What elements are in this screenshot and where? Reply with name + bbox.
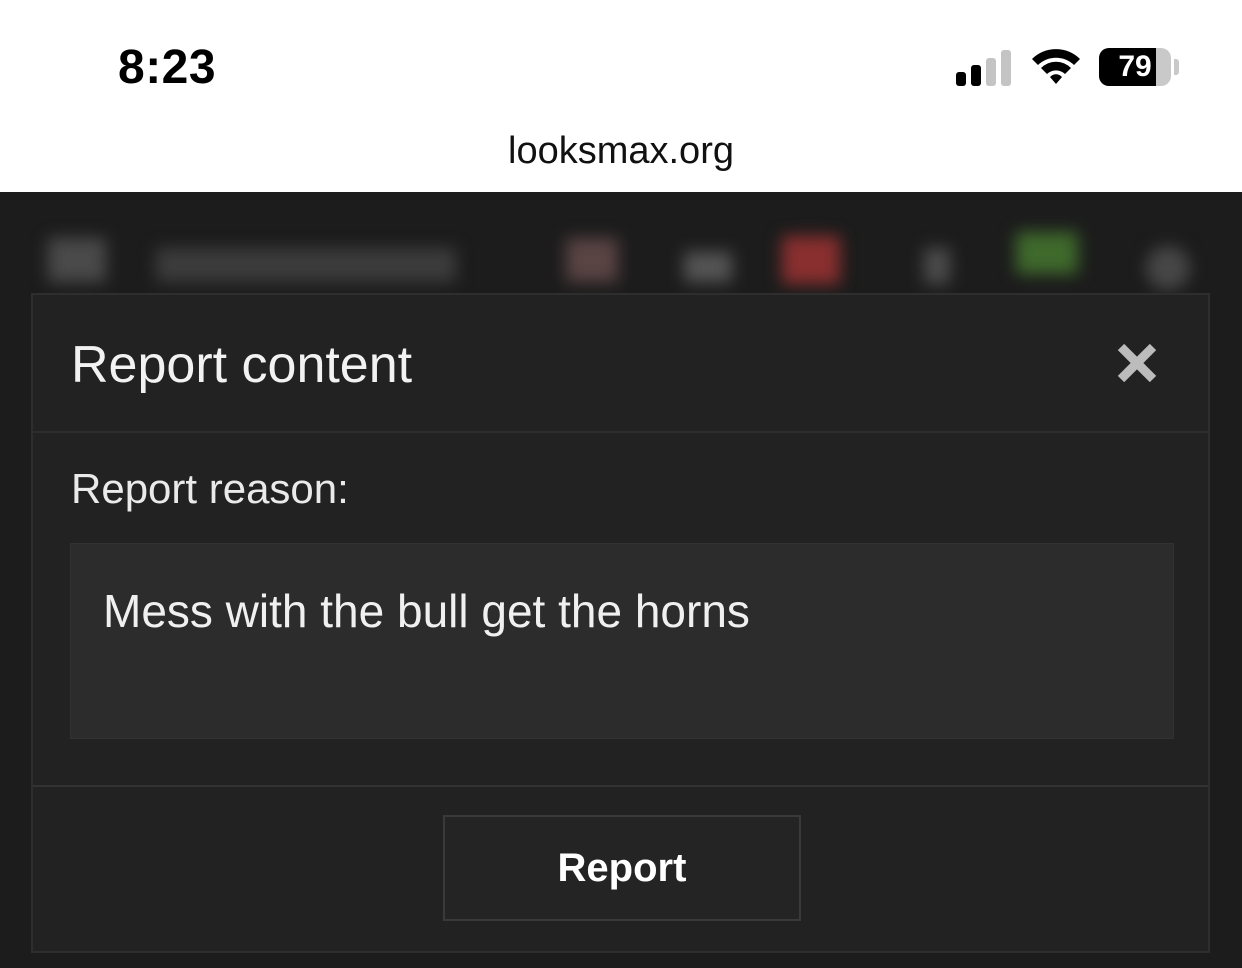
report-reason-field[interactable]: Mess with the bull get the horns [70,543,1174,739]
battery-percent: 79 [1118,50,1152,83]
report-button[interactable]: Report [443,815,801,921]
signal-bar [986,58,996,86]
signal-bar [956,72,966,86]
check-icon [566,238,618,282]
modal-title: Report content [71,336,413,394]
mail-icon [684,252,732,282]
bolt-icon [924,248,950,284]
status-time: 8:23 [118,41,217,94]
wifi-icon [1030,46,1082,86]
status-bar: 8:23 79 [0,0,1242,120]
report-reason-label: Report reason: [71,465,349,512]
battery-icon: 79 [1099,48,1171,86]
report-modal: Report content Report reason: Mess with … [31,293,1210,953]
close-icon [1117,343,1157,383]
modal-footer: Report [33,785,1208,953]
site-logo [156,248,456,282]
modal-header: Report content [33,295,1208,433]
signal-bar [971,65,981,86]
menu-icon [48,238,106,282]
address-bar[interactable]: looksmax.org [0,120,1242,192]
close-button[interactable] [1113,339,1161,387]
screen: 8:23 79 looksmax.org Report content Repo… [0,0,1242,968]
battery-tip [1174,59,1179,75]
signal-bar [1001,50,1011,86]
cellular-signal-icon [956,50,1014,86]
alerts-icon [782,236,840,284]
blurred-site-header [0,192,1242,292]
chat-icon [1016,232,1078,274]
search-icon [1146,246,1190,290]
url-text: looksmax.org [508,130,734,172]
